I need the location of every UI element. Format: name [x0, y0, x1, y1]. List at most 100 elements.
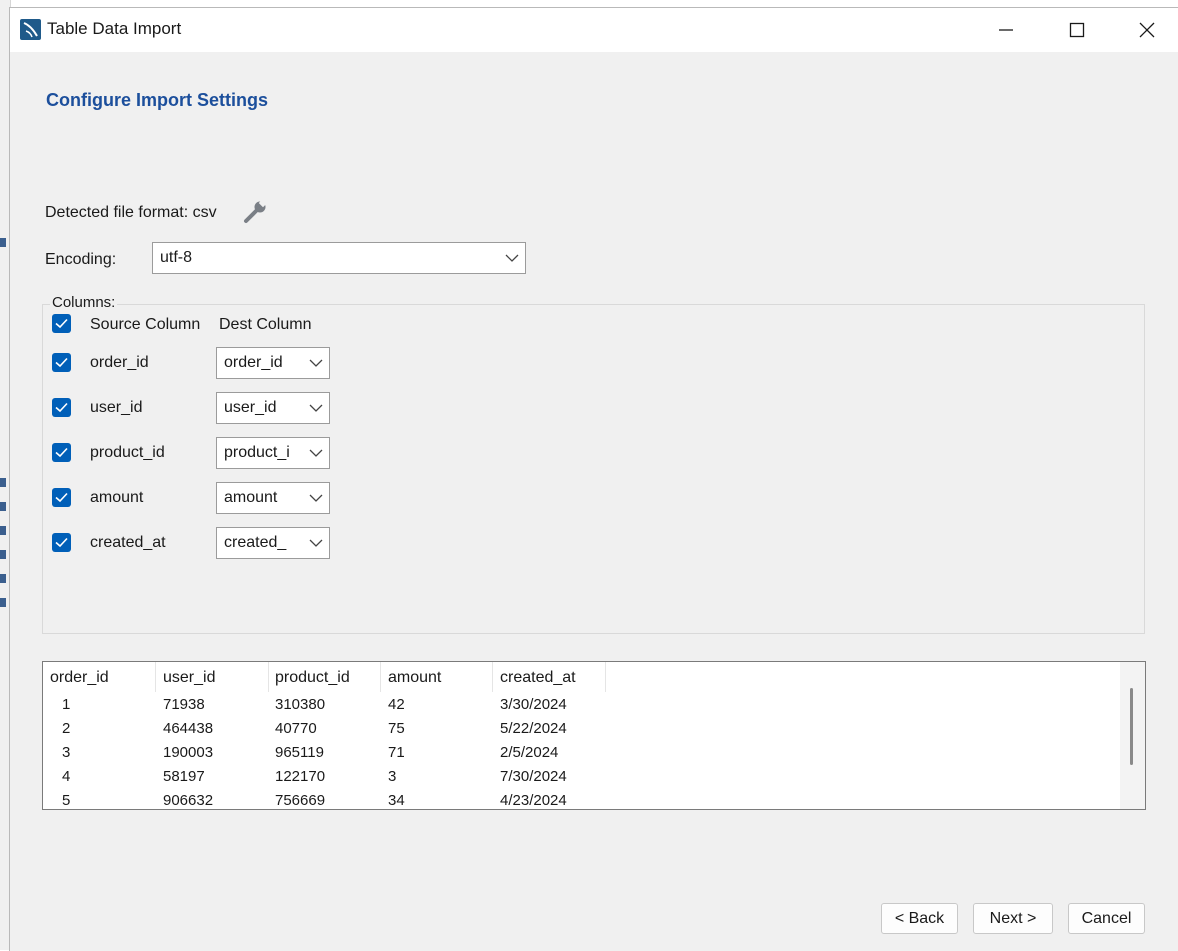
- preview-cell: 3: [388, 768, 397, 785]
- title-bar[interactable]: Table Data Import: [10, 8, 1178, 52]
- dest-column-select[interactable]: product_i: [216, 437, 330, 469]
- maximize-icon: [1069, 22, 1085, 38]
- preview-cell: 7/30/2024: [500, 768, 567, 785]
- column-divider: [492, 662, 493, 692]
- back-button[interactable]: < Back: [881, 903, 958, 934]
- column-checkbox-product-id[interactable]: [52, 443, 71, 462]
- cancel-button[interactable]: Cancel: [1068, 903, 1145, 934]
- columns-group: [42, 304, 1145, 634]
- preview-header-cell[interactable]: product_id: [275, 669, 350, 687]
- chevron-down-icon: [309, 449, 323, 457]
- dest-column-select[interactable]: created_: [216, 527, 330, 559]
- dest-column-select[interactable]: amount: [216, 482, 330, 514]
- dest-column-header: Dest Column: [219, 316, 312, 333]
- chevron-down-icon: [309, 539, 323, 547]
- preview-cell: 75: [388, 720, 405, 737]
- background-marker: [0, 550, 6, 559]
- dest-column-value: product_i: [224, 444, 290, 461]
- source-column-label: user_id: [90, 399, 143, 416]
- preview-cell: 5/22/2024: [500, 720, 567, 737]
- chevron-down-icon: [309, 494, 323, 502]
- preview-cell: 4: [62, 768, 71, 785]
- preview-cell: 965119: [275, 744, 324, 761]
- window-title: Table Data Import: [47, 19, 182, 38]
- dest-column-select[interactable]: user_id: [216, 392, 330, 424]
- dest-column-value: created_: [224, 534, 287, 551]
- source-column-header: Source Column: [90, 316, 201, 333]
- next-button[interactable]: Next >: [973, 903, 1053, 934]
- preview-cell: 71938: [163, 696, 205, 713]
- preview-header-cell[interactable]: created_at: [500, 669, 576, 687]
- dest-column-select[interactable]: order_id: [216, 347, 330, 379]
- checkmark-icon: [55, 318, 68, 329]
- source-column-label: order_id: [90, 354, 149, 371]
- background-marker: [0, 526, 6, 535]
- preview-cell: 40770: [275, 720, 317, 737]
- dest-column-value: order_id: [224, 354, 283, 371]
- preview-cell: 58197: [163, 768, 205, 785]
- preview-cell: 190003: [163, 744, 214, 761]
- column-checkbox-order-id[interactable]: [52, 353, 71, 372]
- column-divider: [155, 662, 156, 692]
- background-marker: [0, 478, 6, 487]
- checkmark-icon: [55, 492, 68, 503]
- source-column-label: created_at: [90, 534, 166, 551]
- preview-header-cell[interactable]: order_id: [50, 669, 109, 687]
- checkmark-icon: [55, 447, 68, 458]
- close-icon: [1139, 22, 1155, 38]
- preview-cell: 310380: [275, 696, 326, 713]
- column-checkbox-created-at[interactable]: [52, 533, 71, 552]
- preview-cell: 71: [388, 744, 405, 761]
- checkmark-icon: [55, 357, 68, 368]
- column-checkbox-user-id[interactable]: [52, 398, 71, 417]
- preview-cell: 906632: [163, 792, 214, 809]
- encoding-value: utf-8: [160, 249, 193, 266]
- columns-legend: Columns:: [50, 294, 118, 311]
- background-marker: [0, 574, 6, 583]
- column-divider: [380, 662, 381, 692]
- preview-cell: 42: [388, 696, 405, 713]
- preview-cell: 464438: [163, 720, 214, 737]
- preview-cell: 34: [388, 792, 405, 809]
- background-marker: [0, 238, 6, 247]
- select-all-checkbox[interactable]: [52, 314, 71, 333]
- data-preview-table[interactable]: order_id user_id product_id amount creat…: [42, 661, 1146, 810]
- minimize-icon: [999, 29, 1013, 31]
- mysql-workbench-icon: [20, 19, 41, 40]
- wrench-icon[interactable]: [243, 198, 269, 229]
- dest-column-value: user_id: [224, 399, 277, 416]
- preview-header-cell[interactable]: amount: [388, 669, 441, 687]
- source-column-label: product_id: [90, 444, 165, 461]
- encoding-label: Encoding:: [45, 251, 117, 268]
- preview-cell: 756669: [275, 792, 326, 809]
- chevron-down-icon: [309, 359, 323, 367]
- column-divider: [605, 662, 606, 692]
- minimize-button[interactable]: [971, 8, 1041, 52]
- source-column-label: amount: [90, 489, 144, 506]
- preview-cell: 122170: [275, 768, 326, 785]
- page-heading: Configure Import Settings: [46, 90, 268, 110]
- preview-cell: 2/5/2024: [500, 744, 559, 761]
- preview-cell: 4/23/2024: [500, 792, 567, 809]
- column-divider: [268, 662, 269, 692]
- background-marker: [0, 598, 6, 607]
- checkmark-icon: [55, 402, 68, 413]
- checkmark-icon: [55, 537, 68, 548]
- preview-cell: 3/30/2024: [500, 696, 567, 713]
- preview-cell: 2: [62, 720, 71, 737]
- preview-cell: 3: [62, 744, 71, 761]
- column-checkbox-amount[interactable]: [52, 488, 71, 507]
- chevron-down-icon: [309, 404, 323, 412]
- scrollbar-thumb[interactable]: [1130, 688, 1133, 765]
- background-marker: [0, 502, 6, 511]
- chevron-down-icon: [505, 254, 519, 262]
- file-format-label: Detected file format: csv: [45, 204, 217, 221]
- preview-header-cell[interactable]: user_id: [163, 669, 215, 687]
- dest-column-value: amount: [224, 489, 278, 506]
- table-data-import-dialog: Table Data Import Configure Import Setti…: [9, 7, 1178, 951]
- close-button[interactable]: [1112, 8, 1178, 52]
- encoding-select[interactable]: utf-8: [152, 242, 526, 274]
- preview-cell: 1: [62, 696, 71, 713]
- preview-cell: 5: [62, 792, 71, 809]
- maximize-button[interactable]: [1042, 8, 1112, 52]
